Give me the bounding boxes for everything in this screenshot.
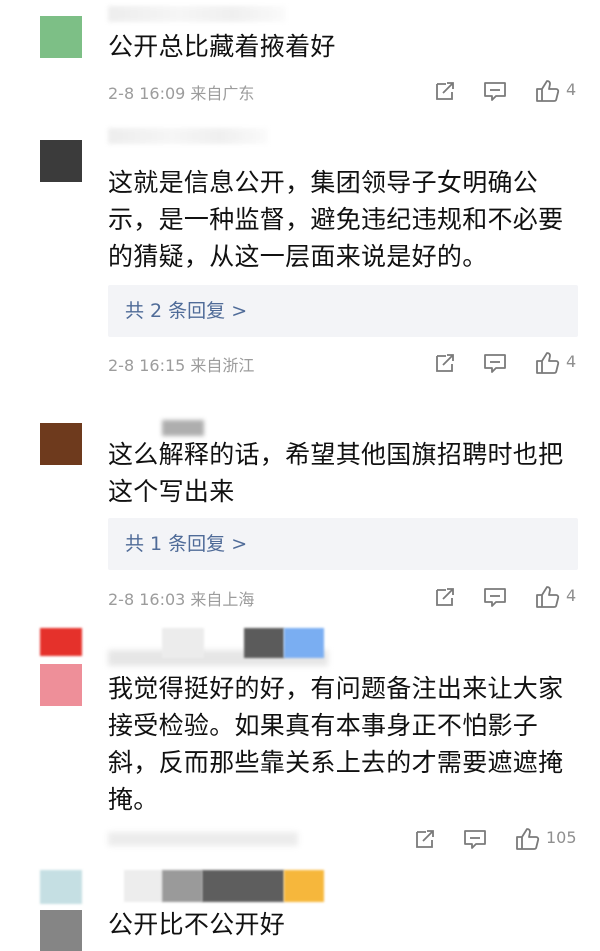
username-blurred [108,6,286,22]
share-icon[interactable] [410,824,440,854]
comment-date: 2-8 16:09 [108,84,186,103]
avatar-top-blurred [40,628,82,656]
like-count: 105 [546,828,577,847]
comment-date-location: 2-8 16:09 来自广东 [108,80,254,104]
username-blurred [124,870,162,902]
view-replies-link[interactable]: 共 1 条回复 > [125,530,247,558]
comment-location: 来自浙江 [190,356,255,375]
comment-location: 来自广东 [190,84,255,103]
comment-text: 这就是信息公开，集团领导子女明确公示，是一种监督，避免违纪违规和不必要的猜疑，从… [108,168,564,271]
username-blurred [244,628,284,658]
thumbs-up-icon[interactable] [532,582,562,612]
avatar[interactable] [40,910,82,951]
username-blurred [284,628,324,658]
like-count: 4 [566,352,577,371]
comment-text: 我觉得挺好的好，有问题备注出来让大家接受检验。如果真有本事身正不怕影子斜，反而那… [108,674,564,814]
avatar[interactable] [40,664,82,706]
comment-meta: 2-8 16:15 来自浙江 4 [108,348,586,378]
comment-date-location-blurred [108,832,298,846]
comment-icon[interactable] [480,76,510,106]
avatar[interactable] [40,423,82,465]
comment-date: 2-8 16:03 [108,590,186,609]
reply-box[interactable]: 共 2 条回复 > [108,285,578,337]
thumbs-up-icon[interactable] [532,348,562,378]
comment-meta: 2-8 16:03 来自上海 4 [108,582,586,612]
comment-text: 这么解释的话，希望其他国旗招聘时也把这个写出来 [108,440,564,506]
reply-box[interactable]: 共 1 条回复 > [108,518,578,570]
comment-icon[interactable] [460,824,490,854]
comment-date-location: 2-8 16:03 来自上海 [108,586,254,610]
thumbs-up-icon[interactable] [512,824,542,854]
avatar[interactable] [40,16,82,58]
comment-text: 公开比不公开好 [108,910,286,939]
like-count: 4 [566,586,577,605]
comment-meta: 105 [108,824,586,854]
username-blurred [284,870,324,902]
share-icon[interactable] [430,348,460,378]
thumbs-up-icon[interactable] [532,76,562,106]
share-icon[interactable] [430,76,460,106]
username-blurred [108,128,268,144]
comment-meta: 2-8 16:09 来自广东 4 [108,76,586,106]
avatar-top-blurred [40,870,82,904]
username-blurred [162,420,204,436]
comment-date-location: 2-8 16:15 来自浙江 [108,352,254,376]
comment-date: 2-8 16:15 [108,356,186,375]
comment-icon[interactable] [480,348,510,378]
username-blurred [202,870,284,902]
comment-text: 公开总比藏着掖着好 [108,32,336,61]
view-replies-link[interactable]: 共 2 条回复 > [125,297,247,325]
avatar[interactable] [40,140,82,182]
share-icon[interactable] [430,582,460,612]
username-blurred [162,628,204,658]
comment-icon[interactable] [480,582,510,612]
like-count: 4 [566,80,577,99]
username-blurred [162,870,202,902]
comment-location: 来自上海 [190,590,255,609]
